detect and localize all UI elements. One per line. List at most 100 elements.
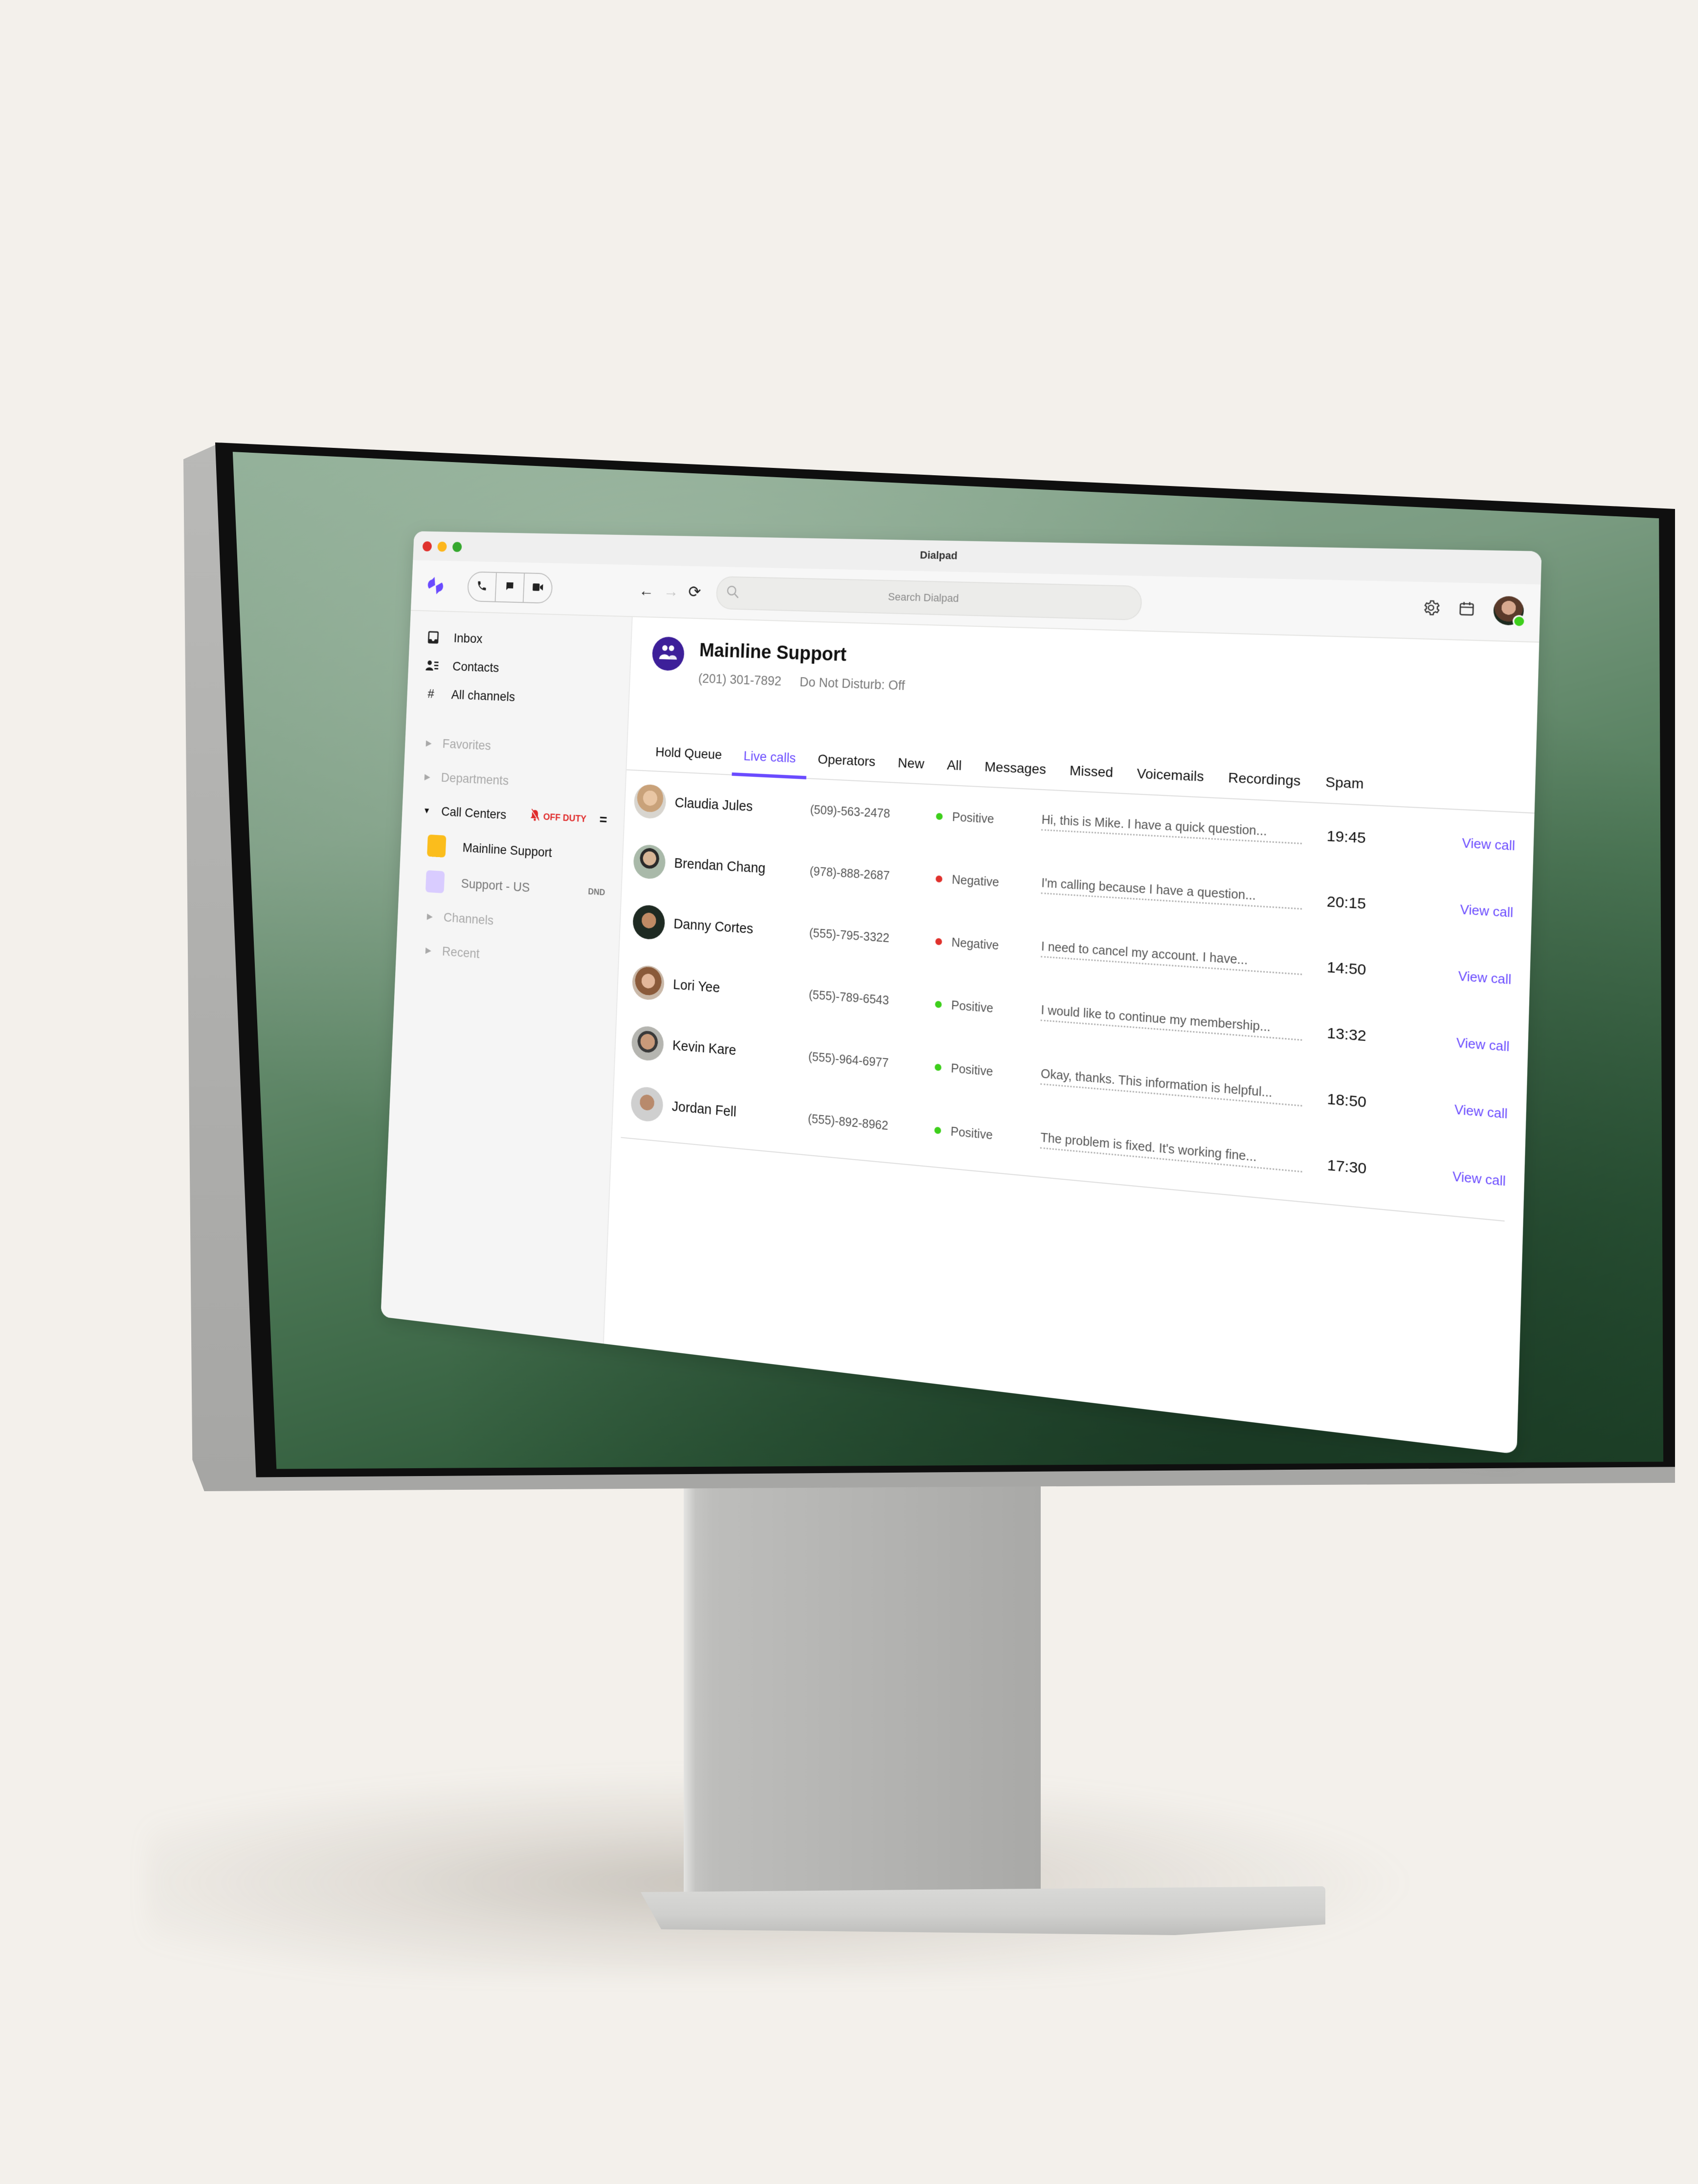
messages-mode-button[interactable] (495, 573, 525, 602)
caller-phone: (555)-795-3322 (809, 926, 890, 945)
caller-phone: (555)-892-8962 (807, 1111, 889, 1133)
tab-operators[interactable]: Operators (806, 751, 887, 782)
transcript-snippet[interactable]: I would like to continue my membership..… (1040, 1003, 1303, 1041)
caller-name: Brendan Chang (673, 855, 766, 876)
group-avatar (651, 636, 685, 671)
tab-voicemails[interactable]: Voicemails (1124, 765, 1216, 797)
expand-triangle-icon: ▶ (425, 945, 432, 955)
call-center-phone: (201) 301-7892 (698, 671, 782, 688)
caller-name: Jordan Fell (671, 1099, 737, 1120)
call-duration: 14:50 (1326, 959, 1366, 979)
transcript-snippet[interactable]: Okay, thanks. This information is helpfu… (1040, 1067, 1303, 1107)
call-duration: 20:15 (1326, 893, 1366, 913)
sentiment-label: Positive (952, 810, 994, 826)
sentiment-dot-icon (935, 938, 942, 946)
message-icon (504, 581, 515, 595)
view-call-link[interactable]: View call (1454, 1103, 1508, 1122)
call-center-label: Support - US (461, 876, 530, 895)
view-call-link[interactable]: View call (1462, 836, 1515, 854)
sidebar-item-label: Inbox (453, 631, 483, 646)
view-call-link[interactable]: View call (1458, 969, 1511, 988)
call-duration: 17:30 (1327, 1156, 1367, 1177)
transcript-snippet[interactable]: The problem is fixed. It's working fine.… (1040, 1130, 1303, 1173)
caller-avatar (632, 904, 666, 941)
presence-indicator (1512, 615, 1526, 628)
view-call-link[interactable]: View call (1452, 1169, 1506, 1189)
search-input[interactable] (716, 586, 1141, 610)
tab-new[interactable]: New (886, 754, 936, 784)
video-icon (532, 582, 544, 595)
call-center-label: Mainline Support (462, 840, 553, 860)
gear-icon[interactable] (1422, 598, 1440, 619)
transcript-snippet[interactable]: I need to cancel my account. I have... (1041, 939, 1303, 975)
sentiment-label: Negative (951, 872, 1000, 889)
expand-triangle-icon: ▶ (426, 911, 433, 921)
sentiment-dot-icon (935, 1000, 942, 1008)
sentiment: Positive (936, 809, 1042, 829)
caller-phone: (555)-789-6543 (808, 988, 890, 1008)
caller-phone: (555)-964-6977 (808, 1049, 889, 1070)
off-duty-toggle[interactable]: OFF DUTY (530, 809, 587, 827)
screen-perspective: Dialpad ← → ⟳ Search Dialpad Inbox Conta… (0, 0, 1698, 2184)
view-call-link[interactable]: View call (1460, 902, 1513, 920)
caller-phone: (978)-888-2687 (809, 864, 890, 883)
call-duration: 18:50 (1326, 1090, 1367, 1111)
search-bar[interactable] (715, 576, 1142, 621)
page-title: Mainline Support (699, 640, 847, 665)
video-mode-button[interactable] (524, 574, 552, 603)
dialpad-logo-icon[interactable] (425, 574, 448, 597)
sidebar: Inbox Contacts # All channels ▶ Favorite… (380, 611, 633, 1344)
caller-name: Lori Yee (672, 976, 720, 996)
sentiment: Positive (935, 997, 1041, 1019)
group-label: Departments (441, 770, 509, 788)
transcript-snippet[interactable]: Hi, this is Mike. I have a quick questio… (1041, 813, 1302, 844)
sentiment: Negative (935, 934, 1041, 956)
bell-off-icon (530, 809, 540, 824)
reload-icon[interactable]: ⟳ (688, 582, 701, 601)
navigation-buttons: ← → ⟳ (639, 581, 701, 601)
tab-live-calls[interactable]: Live calls (732, 748, 807, 778)
caller-avatar (633, 844, 666, 880)
sentiment-dot-icon (935, 1063, 942, 1071)
mode-switch (467, 571, 553, 604)
sentiment-label: Positive (950, 1061, 993, 1079)
dialpad-app-window: Dialpad ← → ⟳ Search Dialpad Inbox Conta… (380, 531, 1542, 1455)
sentiment-dot-icon (936, 813, 943, 820)
call-duration: 19:45 (1326, 827, 1366, 847)
transcript-snippet[interactable]: I'm calling because I have a question... (1041, 876, 1303, 910)
tab-messages[interactable]: Messages (972, 758, 1058, 790)
caller-avatar (633, 784, 667, 819)
hash-icon: # (427, 686, 435, 701)
tab-hold-queue[interactable]: Hold Queue (644, 744, 733, 774)
group-label: Channels (443, 910, 494, 928)
header-text: Mainline Support (201) 301-7892 Do Not D… (698, 638, 906, 694)
app-body: Inbox Contacts # All channels ▶ Favorite… (380, 611, 1539, 1454)
main-content: Mainline Support (201) 301-7892 Do Not D… (604, 617, 1540, 1454)
caller-name: Danny Cortes (673, 916, 754, 937)
sidebar-item-label: Contacts (452, 659, 499, 675)
forward-arrow-icon[interactable]: → (663, 582, 679, 601)
user-avatar[interactable] (1493, 596, 1526, 628)
header-subtitle: (201) 301-7892 Do Not Disturb: Off (698, 671, 905, 693)
sentiment: Positive (934, 1123, 1041, 1147)
group-label: Favorites (442, 736, 492, 753)
calendar-icon[interactable] (1458, 600, 1475, 619)
group-icon (658, 643, 678, 664)
sentiment-label: Positive (950, 1124, 993, 1142)
contacts-icon (425, 660, 440, 672)
dnd-status[interactable]: Do Not Disturb: Off (799, 675, 905, 693)
drag-handle-icon[interactable]: = (599, 812, 607, 828)
tab-all[interactable]: All (935, 757, 974, 786)
sentiment-dot-icon (936, 875, 943, 883)
collapse-triangle-icon: ▼ (423, 805, 431, 816)
tab-spam[interactable]: Spam (1313, 773, 1377, 805)
call-duration: 13:32 (1326, 1024, 1367, 1045)
view-call-link[interactable]: View call (1456, 1036, 1509, 1055)
back-arrow-icon[interactable]: ← (639, 581, 654, 600)
phone-mode-button[interactable] (468, 572, 497, 601)
tab-missed[interactable]: Missed (1057, 762, 1125, 793)
tab-recordings[interactable]: Recordings (1215, 769, 1313, 802)
phone-icon (476, 579, 488, 594)
call-center-color-swatch (425, 870, 445, 894)
sidebar-item-label: All channels (451, 687, 515, 704)
